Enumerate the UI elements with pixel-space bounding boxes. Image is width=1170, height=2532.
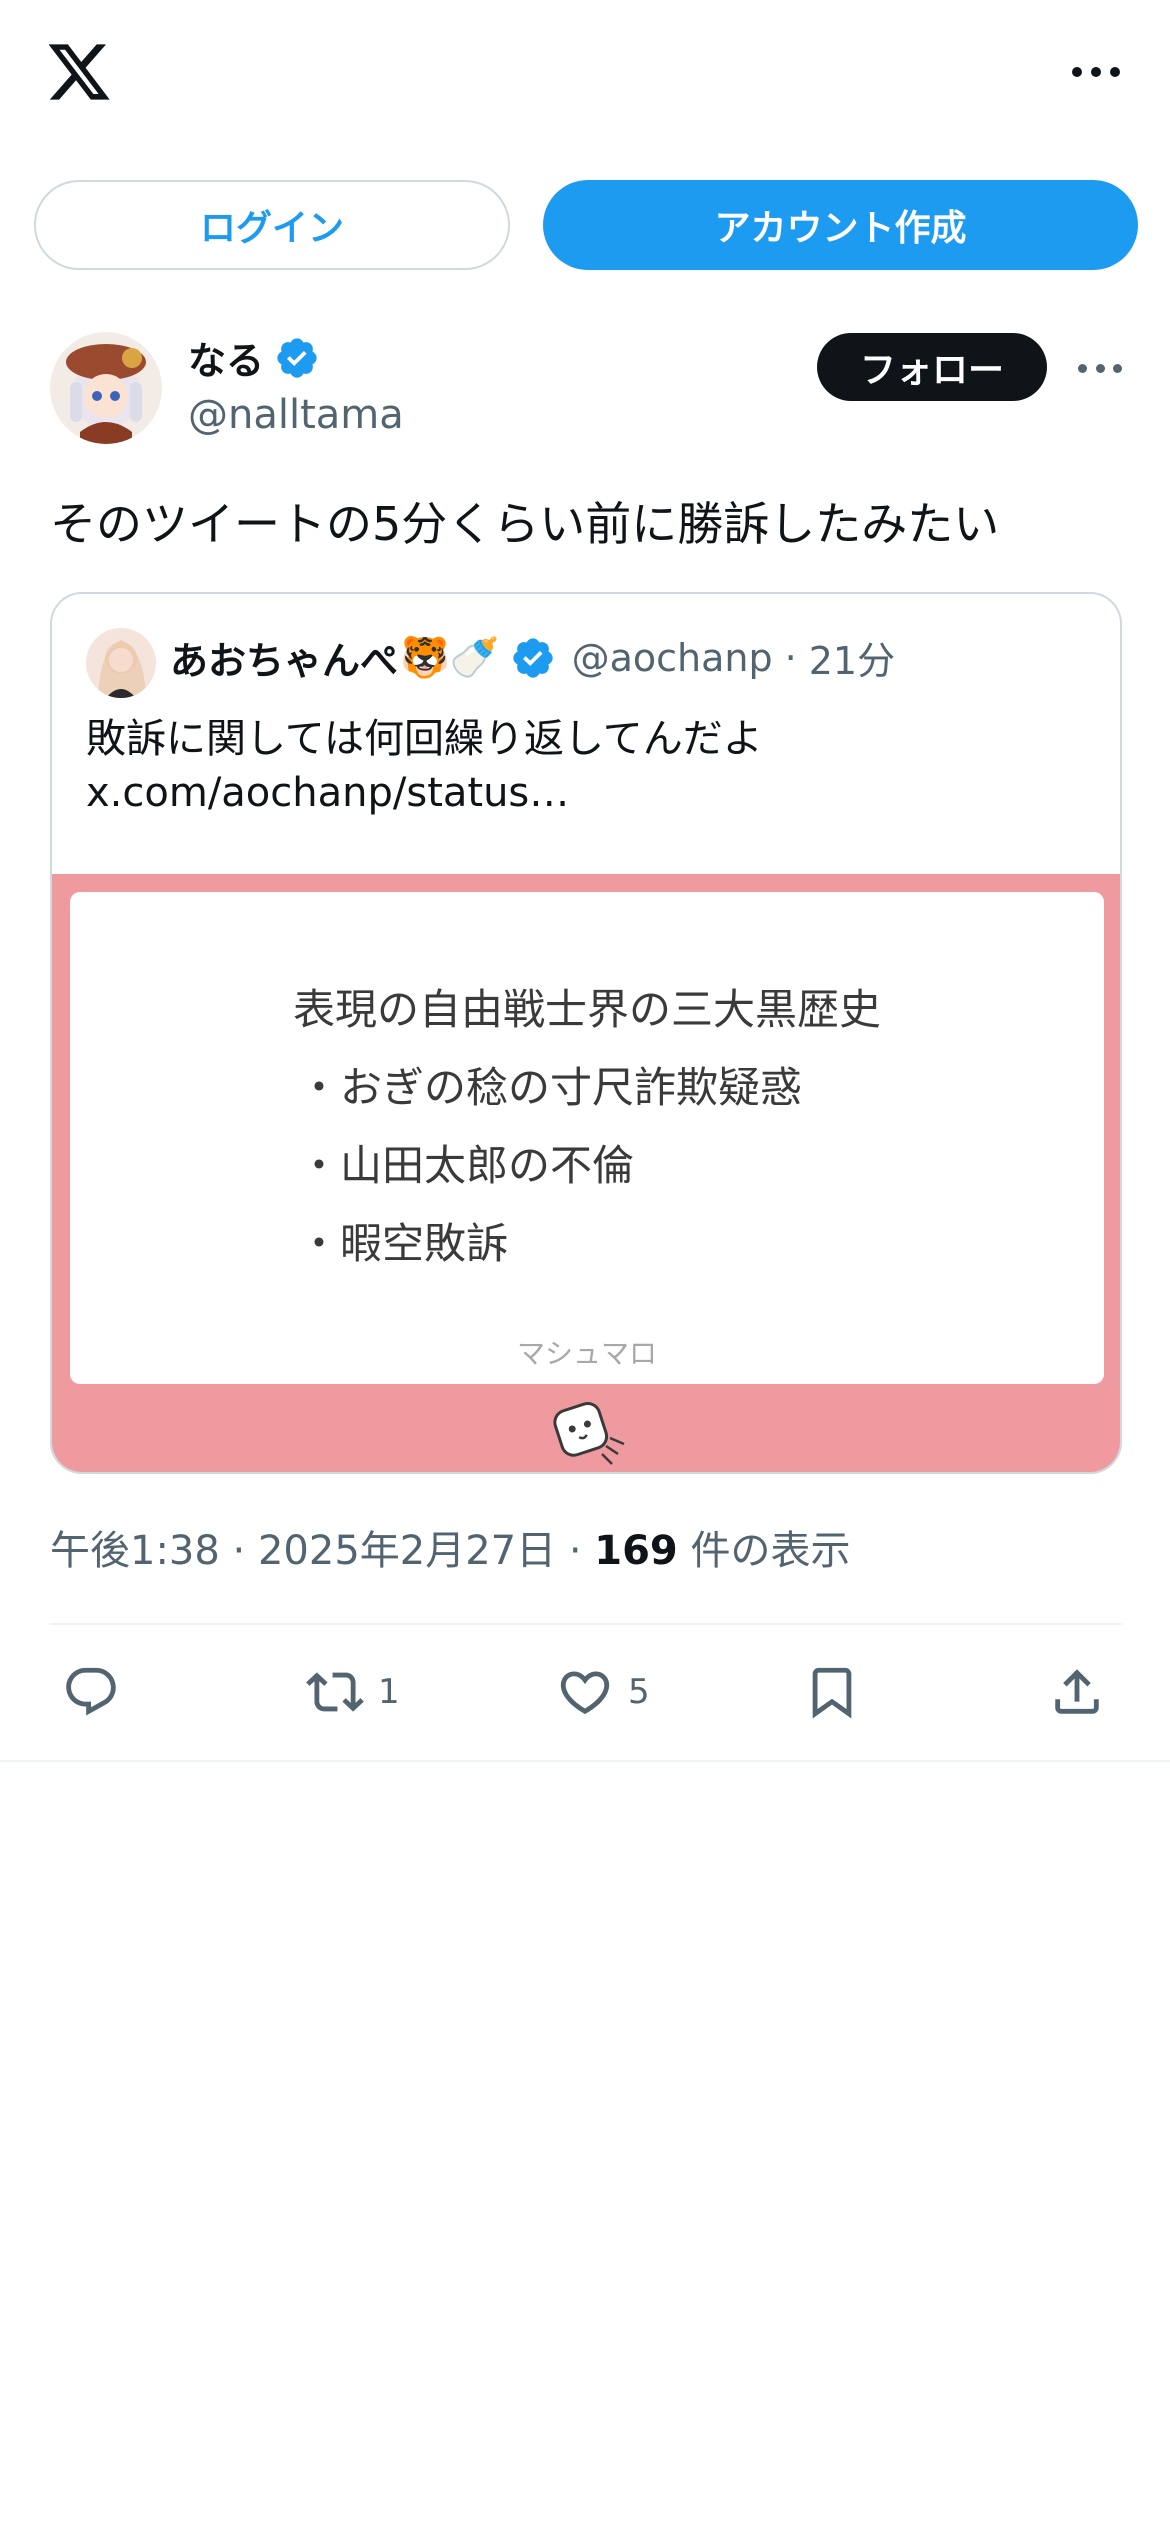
card-item: ・山田太郎の不倫 (298, 1141, 635, 1190)
tweet-text: そのツイートの5分くらい前に勝訴したみたい (50, 497, 1000, 551)
verified-badge-icon (512, 637, 553, 678)
quote-author-name[interactable]: あおちゃんぺ (170, 630, 398, 685)
quote-media-image[interactable]: 表現の自由戦士界の三大黒歴史 ・おぎの稔の寸尺詐欺疑惑 ・山田太郎の不倫 ・暇空… (52, 874, 1120, 1472)
bookmark-button[interactable] (803, 1662, 861, 1722)
heart-icon (560, 1671, 610, 1715)
divider (50, 1623, 1122, 1625)
quote-avatar[interactable] (86, 628, 156, 698)
create-account-button[interactable]: アカウント作成 (543, 180, 1138, 270)
quote-author-handle[interactable]: @aochanp (572, 636, 773, 680)
reply-icon (66, 1667, 116, 1716)
author-handle[interactable]: @nalltama (188, 392, 404, 438)
login-button[interactable]: ログイン (34, 180, 510, 270)
tweet-more-icon[interactable] (1078, 358, 1122, 378)
verified-badge-icon (277, 337, 317, 378)
card-item: ・おぎの稔の寸尺詐欺疑惑 (298, 1063, 803, 1112)
author-name-text[interactable]: なる (188, 330, 264, 385)
like-button[interactable]: 5 (556, 1662, 650, 1722)
quote-text: 敗訴に関しては何回繰り返してんだよ (86, 716, 763, 762)
quote-separator: · (784, 635, 797, 680)
more-dots-icon[interactable] (1066, 52, 1126, 92)
reply-button[interactable] (62, 1662, 120, 1722)
follow-button[interactable]: フォロー (817, 333, 1047, 401)
quoted-tweet[interactable]: あおちゃんぺ 🐯🍼 @aochanp · 21分 敗訴に関しては何回繰り返してん… (50, 592, 1122, 1474)
quote-author[interactable]: あおちゃんぺ 🐯🍼 @aochanp · 21分 (170, 630, 895, 685)
views-count: 169 (594, 1528, 678, 1574)
quote-link[interactable]: x.com/aochanp/status… (86, 770, 569, 816)
card-title: 表現の自由戦士界の三大黒歴史 (292, 985, 881, 1034)
tweet-meta: 午後1:38 · 2025年2月27日 · 169 件の表示 (50, 1518, 850, 1576)
views-label: 件の表示 (677, 1528, 851, 1574)
share-button[interactable] (1048, 1662, 1106, 1722)
card-footer: マシュマロ (516, 1337, 657, 1370)
marshmallow-card: 表現の自由戦士界の三大黒歴史 ・おぎの稔の寸尺詐欺疑惑 ・山田太郎の不倫 ・暇空… (70, 892, 1104, 1384)
divider (0, 1760, 1170, 1762)
repost-button[interactable]: 1 (306, 1662, 400, 1722)
share-icon (1055, 1669, 1099, 1714)
repost-icon (306, 1672, 364, 1712)
marshmallow-icon (553, 1401, 625, 1465)
repost-count: 1 (378, 1672, 400, 1712)
tweet-timestamp[interactable]: 午後1:38 · 2025年2月27日 · (50, 1528, 594, 1574)
card-item: ・暇空敗訴 (298, 1219, 509, 1268)
like-count: 5 (628, 1672, 650, 1712)
avatar[interactable] (50, 332, 162, 444)
top-bar (0, 0, 1170, 150)
x-logo-icon[interactable] (44, 38, 114, 106)
author-name[interactable]: なる (188, 330, 320, 385)
quote-author-emoji: 🐯🍼 (400, 635, 500, 681)
quote-time[interactable]: 21分 (809, 630, 895, 685)
bookmark-icon (812, 1667, 852, 1719)
